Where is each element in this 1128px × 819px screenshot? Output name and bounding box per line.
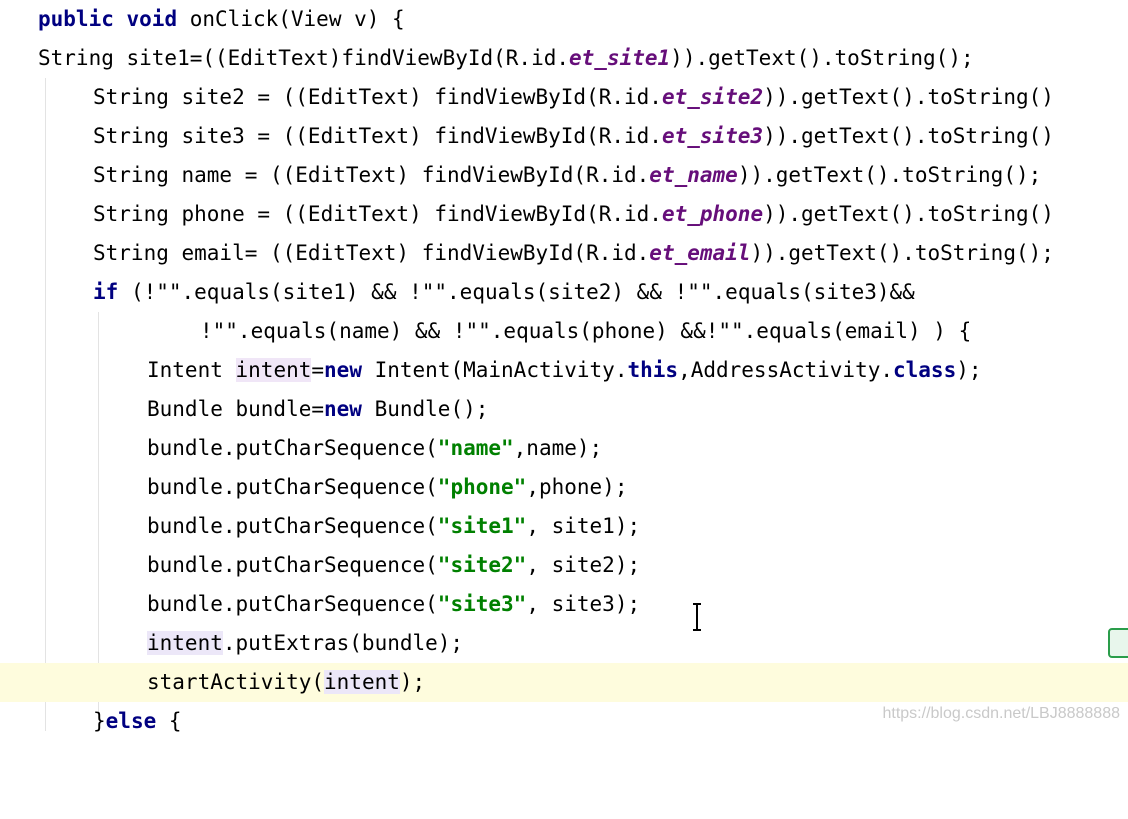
code-line-17[interactable]: intent.putExtras(bundle); bbox=[0, 624, 1128, 663]
code-text: bundle.putCharSequence( bbox=[147, 553, 438, 577]
code-text: , site1); bbox=[526, 514, 641, 538]
string-literal: "name" bbox=[437, 436, 514, 460]
keyword: public bbox=[38, 7, 114, 31]
code-line-4[interactable]: String site3 = ((EditText) findViewById(… bbox=[0, 117, 1128, 156]
code-text: { bbox=[156, 709, 182, 733]
code-text: .putExtras(bundle); bbox=[222, 631, 464, 655]
code-text: String site2 = ((EditText) findViewById(… bbox=[93, 85, 662, 109]
variable-usage: intent bbox=[147, 631, 223, 655]
code-line-14[interactable]: bundle.putCharSequence("site1", site1); bbox=[0, 507, 1128, 546]
string-literal: "site1" bbox=[437, 514, 527, 538]
keyword: void bbox=[126, 7, 178, 31]
code-text: !"".equals(name) && !"".equals(phone) &&… bbox=[200, 319, 972, 343]
code-text: )).getText().toString() bbox=[763, 202, 1054, 226]
code-text: (!"".equals(site1) && !"".equals(site2) … bbox=[130, 280, 915, 304]
code-text: )).getText().toString(); bbox=[737, 163, 1042, 187]
code-text: , site2); bbox=[526, 553, 641, 577]
code-text: = bbox=[311, 358, 325, 382]
code-text: String email= ((EditText) findViewById(R… bbox=[93, 241, 650, 265]
spellcheck-icon[interactable] bbox=[1108, 628, 1128, 658]
code-text: ); bbox=[399, 670, 426, 694]
code-text: } bbox=[93, 709, 106, 733]
code-line-7[interactable]: String email= ((EditText) findViewById(R… bbox=[0, 234, 1128, 273]
code-text: onClick(View v) { bbox=[189, 7, 405, 31]
code-line-10[interactable]: Intent intent=new Intent(MainActivity.th… bbox=[0, 351, 1128, 390]
string-literal: "site2" bbox=[437, 553, 527, 577]
code-text: )).getText().toString() bbox=[763, 124, 1054, 148]
code-line-9[interactable]: !"".equals(name) && !"".equals(phone) &&… bbox=[0, 312, 1128, 351]
code-line-16[interactable]: bundle.putCharSequence("site3", site3); bbox=[0, 585, 1128, 624]
code-text: bundle.putCharSequence( bbox=[147, 592, 438, 616]
watermark: https://blog.csdn.net/LBJ8888888 bbox=[882, 705, 1120, 722]
field-name: et_site1 bbox=[569, 46, 671, 70]
code-text: ,AddressActivity. bbox=[678, 358, 893, 382]
keyword: new bbox=[324, 397, 362, 421]
code-text: ,phone); bbox=[526, 475, 628, 499]
code-line-8[interactable]: if (!"".equals(site1) && !"".equals(site… bbox=[0, 273, 1128, 312]
code-text: String site3 = ((EditText) findViewById(… bbox=[93, 124, 662, 148]
code-text: bundle.putCharSequence( bbox=[147, 514, 438, 538]
code-text: Intent bbox=[147, 358, 236, 382]
field-name: et_email bbox=[649, 241, 751, 265]
keyword: new bbox=[324, 358, 362, 382]
field-name: et_site2 bbox=[661, 85, 764, 109]
code-text: )).getText().toString(); bbox=[670, 46, 974, 70]
code-editor[interactable]: public void onClick(View v) { String sit… bbox=[0, 0, 1128, 733]
field-name: et_name bbox=[649, 163, 738, 187]
keyword: else bbox=[105, 709, 157, 733]
code-line-12[interactable]: bundle.putCharSequence("name",name); bbox=[0, 429, 1128, 468]
string-literal: "site3" bbox=[437, 592, 527, 616]
variable-usage: intent bbox=[324, 670, 400, 694]
code-text: Bundle bundle= bbox=[147, 397, 325, 421]
code-text: ,name); bbox=[513, 436, 603, 460]
keyword: this bbox=[627, 358, 679, 382]
code-text: bundle.putCharSequence( bbox=[147, 436, 438, 460]
code-text: )).getText().toString(); bbox=[750, 241, 1054, 265]
code-text: ); bbox=[956, 358, 982, 382]
code-line-18-current[interactable]: startActivity(intent); bbox=[0, 663, 1128, 702]
code-line-6[interactable]: String phone = ((EditText) findViewById(… bbox=[0, 195, 1128, 234]
code-text: )).getText().toString() bbox=[763, 85, 1054, 109]
field-name: et_phone bbox=[661, 202, 764, 226]
code-line-2[interactable]: String site1=((EditText)findViewById(R.i… bbox=[0, 39, 1128, 78]
code-text: startActivity( bbox=[147, 670, 325, 694]
code-line-11[interactable]: Bundle bundle=new Bundle(); bbox=[0, 390, 1128, 429]
field-name: et_site3 bbox=[661, 124, 764, 148]
string-literal: "phone" bbox=[437, 475, 527, 499]
code-text: String phone = ((EditText) findViewById(… bbox=[93, 202, 662, 226]
code-text: String name = ((EditText) findViewById(R… bbox=[93, 163, 650, 187]
code-line-15[interactable]: bundle.putCharSequence("site2", site2); bbox=[0, 546, 1128, 585]
code-line-1[interactable]: public void onClick(View v) { bbox=[0, 0, 1128, 39]
code-text: Intent(MainActivity. bbox=[361, 358, 628, 382]
code-text: bundle.putCharSequence( bbox=[147, 475, 438, 499]
code-text: Bundle(); bbox=[361, 397, 489, 421]
text-cursor-icon bbox=[693, 603, 701, 631]
variable-usage: intent bbox=[235, 358, 312, 382]
code-text: String site1=((EditText)findViewById(R.i… bbox=[38, 46, 570, 70]
code-text: , site3); bbox=[526, 592, 641, 616]
keyword: class bbox=[893, 358, 957, 382]
code-line-3[interactable]: String site2 = ((EditText) findViewById(… bbox=[0, 78, 1128, 117]
code-line-5[interactable]: String name = ((EditText) findViewById(R… bbox=[0, 156, 1128, 195]
code-line-13[interactable]: bundle.putCharSequence("phone",phone); bbox=[0, 468, 1128, 507]
keyword: if bbox=[93, 280, 119, 304]
